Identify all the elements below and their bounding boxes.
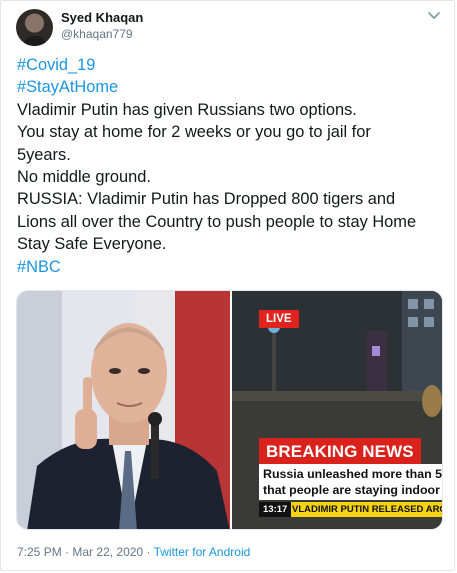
tweet-meta: 7:25 PM · Mar 22, 2020 · Twitter for And… <box>17 545 250 559</box>
tweet-line: Stay Safe Everyone. <box>17 235 167 254</box>
hashtag-stayathome[interactable]: #StayAtHome <box>17 76 447 98</box>
hashtag-covid19[interactable]: #Covid_19 <box>17 54 447 76</box>
user-handle[interactable]: @khaqan779 <box>61 27 133 41</box>
tweet-line: RUSSIA: Vladimir Putin has Dropped 800 t… <box>17 190 396 209</box>
tweet-line: 5years. <box>17 145 71 164</box>
tweet-date[interactable]: Mar 22, 2020 <box>72 545 143 559</box>
tweet-card: Syed Khaqan @khaqan779 #Covid_19 #StayAt… <box>0 0 455 571</box>
lower-third-caption: VLADIMIR PUTIN RELEASED AROUN <box>292 504 442 515</box>
live-badge: LIVE <box>259 310 299 328</box>
tweet-time[interactable]: 7:25 PM <box>17 545 62 559</box>
chevron-down-icon[interactable] <box>426 9 442 23</box>
tweet-line: Lions all over the Country to push peopl… <box>17 212 417 231</box>
media-grid: LIVE BREAKING NEWS Russia unleashed more… <box>16 290 443 530</box>
news-ticker: Russia unleashed more than 5 that people… <box>259 464 443 500</box>
media-photo-portrait[interactable] <box>17 291 230 529</box>
ticker-line: Russia unleashed more than 5 <box>263 467 443 481</box>
ticker-line: that people are staying indoor <box>263 483 440 497</box>
portrait-illustration <box>17 291 230 529</box>
breaking-news-label: BREAKING NEWS <box>259 438 421 466</box>
tweet-line: No middle ground. <box>17 168 151 187</box>
hashtag-nbc[interactable]: #NBC <box>17 256 447 278</box>
tweet-client[interactable]: Twitter for Android <box>154 545 251 559</box>
tweet-text: #Covid_19 #StayAtHome Vladimir Putin has… <box>17 54 447 278</box>
media-photo-news[interactable]: LIVE BREAKING NEWS Russia unleashed more… <box>232 291 443 529</box>
tweet-line: You stay at home for 2 weeks or you go t… <box>17 123 371 142</box>
tweet-line: Vladimir Putin has given Russians two op… <box>17 100 357 119</box>
avatar[interactable] <box>16 9 53 46</box>
display-name[interactable]: Syed Khaqan <box>61 10 143 25</box>
broadcast-time: 13:17 <box>259 502 292 517</box>
meta-separator: · <box>146 545 151 559</box>
meta-separator: · <box>65 545 70 559</box>
